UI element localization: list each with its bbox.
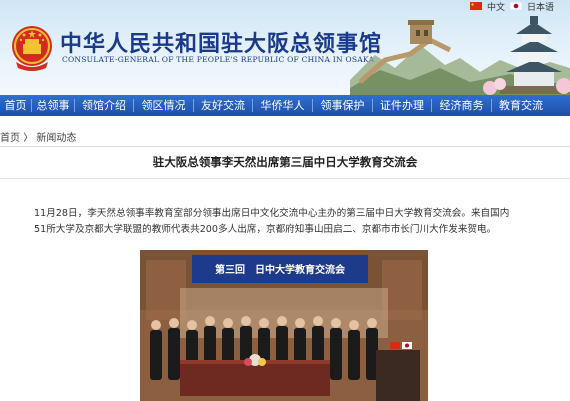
breadcrumb: 首页 〉 新闻动态 — [0, 129, 76, 144]
site-header: 中华人民共和国驻大阪总领事馆 CONSULATE-GENERAL OF THE … — [0, 0, 570, 95]
breadcrumb-current-link[interactable]: 新闻动态 — [36, 133, 76, 144]
header-scenery-image — [350, 16, 570, 95]
japan-flag-icon — [509, 2, 522, 10]
nav-item-consular-protection[interactable]: 领事保护 — [313, 95, 372, 116]
breadcrumb-home-link[interactable]: 首页 — [0, 133, 20, 144]
nav-item-region[interactable]: 领区情况 — [134, 95, 193, 116]
china-flag-icon — [469, 2, 482, 10]
article-paragraph-line: 11月28日，李天然总领事率教育室部分领事出席日中文化交流中心主办的第三届中日大… — [34, 208, 510, 219]
page: 中华人民共和国驻大阪总领事馆 CONSULATE-GENERAL OF THE … — [0, 0, 570, 401]
event-photo: 第三回 日中大学教育交流会 — [140, 250, 428, 401]
main-nav: 首页 总领事 领馆介绍 领区情况 友好交流 华侨华人 领事保护 证件办理 经济商… — [0, 95, 570, 116]
nav-item-home[interactable]: 首页 — [0, 95, 31, 116]
breadcrumb-separator: 〉 — [23, 133, 34, 144]
national-emblem-icon — [12, 26, 52, 71]
lang-chinese-link[interactable]: 中文 — [487, 0, 505, 13]
article-paragraph-line: 51所大学及京都大学联盟的教师代表共200多人出席，京都府知事山田启二、京都市市… — [34, 224, 497, 235]
nav-item-exchange[interactable]: 友好交流 — [194, 95, 252, 116]
site-title-cn: 中华人民共和国驻大阪总领事馆 — [60, 31, 383, 57]
site-title-en: CONSULATE-GENERAL OF THE PEOPLE'S REPUBL… — [62, 55, 375, 64]
nav-item-consul-general[interactable]: 总领事 — [32, 95, 74, 116]
nav-item-economy[interactable]: 经济商务 — [432, 95, 491, 116]
divider — [0, 146, 570, 147]
article-body: 11月28日，李天然总领事率教育室部分领事出席日中文化交流中心主办的第三届中日大… — [34, 206, 554, 238]
article-title: 驻大阪总领事李天然出席第三届中日大学教育交流会 — [152, 155, 418, 169]
nav-item-education[interactable]: 教育交流 — [492, 95, 550, 116]
nav-item-documents[interactable]: 证件办理 — [373, 95, 431, 116]
photo-banner-text: 第三回 日中大学教育交流会 — [215, 263, 345, 276]
lang-japanese-link[interactable]: 日本语 — [527, 0, 554, 13]
nav-item-about[interactable]: 领馆介绍 — [75, 95, 133, 116]
divider — [0, 178, 570, 179]
nav-item-overseas-chinese[interactable]: 华侨华人 — [253, 95, 312, 116]
language-switcher: 中文 日本语 — [469, 0, 554, 13]
